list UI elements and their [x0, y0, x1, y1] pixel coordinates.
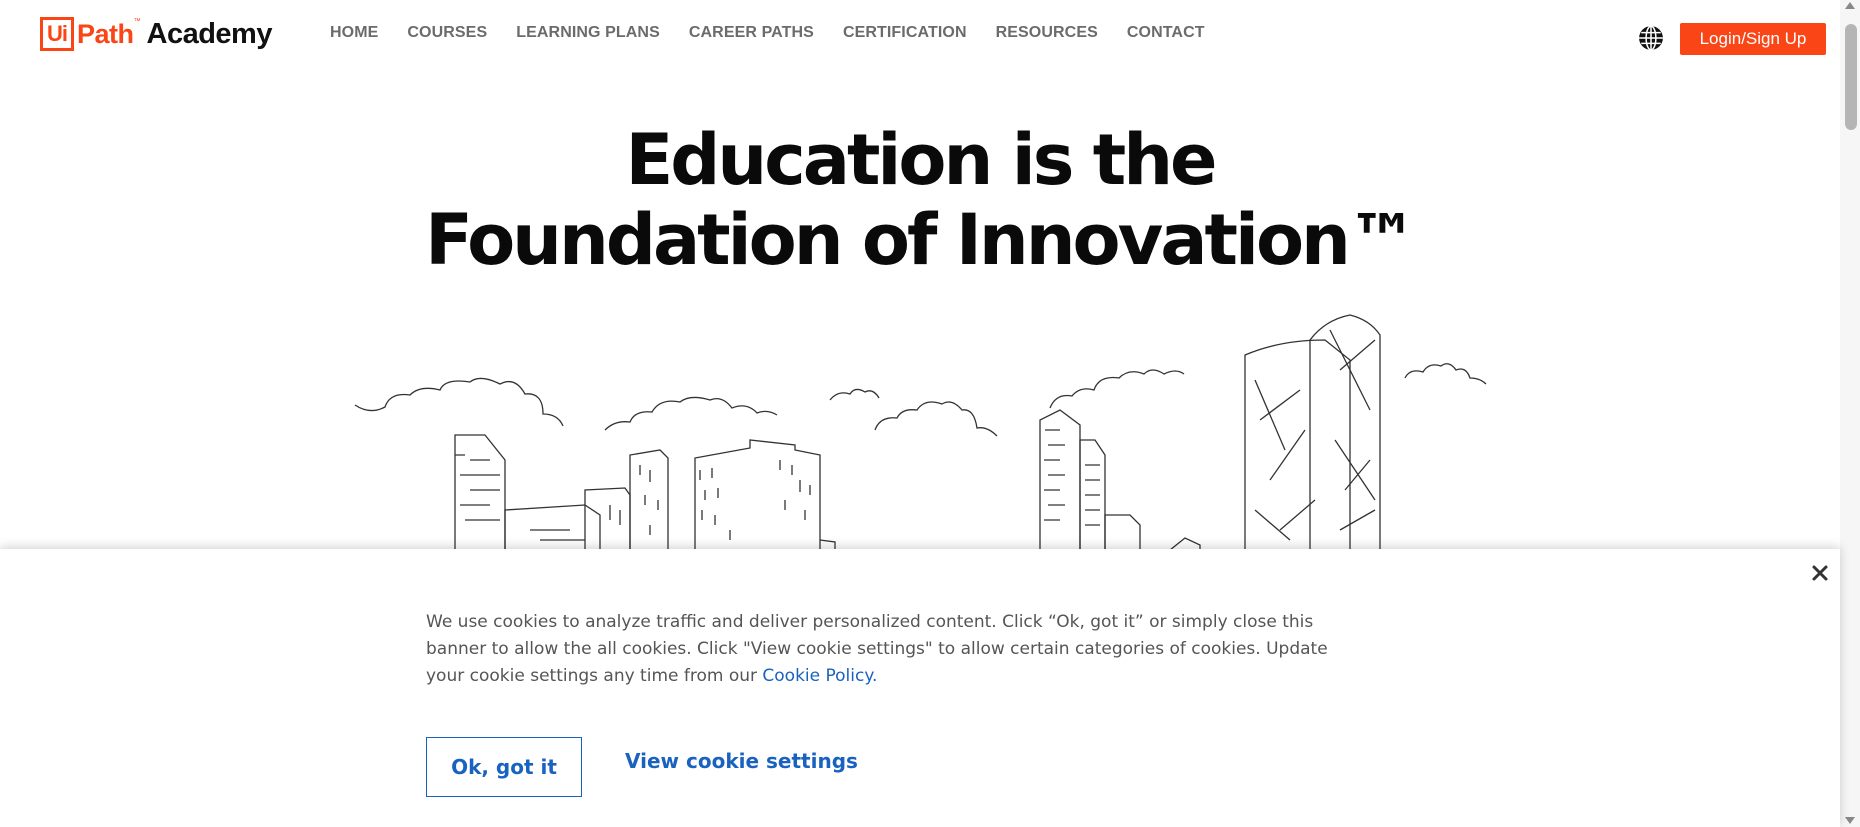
uipath-academy-logo[interactable]: Ui Path ™ Academy [40, 14, 272, 54]
nav-resources[interactable]: RESOURCES [996, 24, 1098, 42]
scroll-down-arrow-icon[interactable] [1845, 817, 1855, 824]
scroll-thumb[interactable] [1845, 24, 1857, 130]
globe-icon[interactable] [1638, 25, 1664, 51]
main-nav: HOME COURSES LEARNING PLANS CAREER PATHS… [330, 24, 1234, 42]
hero-title-line-2: Foundation of Innovation™ [425, 199, 1418, 281]
view-cookie-settings-link[interactable]: View cookie settings [625, 749, 858, 773]
scroll-up-arrow-icon[interactable] [1845, 2, 1855, 9]
logo-tm: ™ [133, 18, 141, 25]
nav-career-paths[interactable]: CAREER PATHS [689, 24, 814, 42]
cookie-banner: We use cookies to analyze traffic and de… [0, 549, 1840, 827]
city-skyline-illustration [354, 314, 1487, 550]
cookie-policy-link[interactable]: Cookie Policy [762, 666, 872, 686]
cookie-message: We use cookies to analyze traffic and de… [426, 609, 1366, 690]
nav-certification[interactable]: CERTIFICATION [843, 24, 967, 42]
logo-path-text: Path [77, 18, 134, 49]
login-signup-button[interactable]: Login/Sign Up [1680, 23, 1826, 55]
logo-ui-mark: Ui [40, 17, 74, 51]
nav-contact[interactable]: CONTACT [1127, 24, 1205, 42]
cookie-policy-period: . [872, 666, 878, 686]
logo-academy-text: Academy [146, 17, 273, 50]
nav-home[interactable]: HOME [330, 24, 378, 42]
nav-courses[interactable]: COURSES [407, 24, 487, 42]
hero-title: Education is the Foundation of Innovatio… [0, 120, 1840, 280]
page-scrollbar[interactable] [1840, 0, 1860, 827]
site-header: Ui Path ™ Academy HOME COURSES LEARNING … [0, 0, 1840, 70]
close-icon[interactable] [1810, 563, 1830, 583]
nav-learning-plans[interactable]: LEARNING PLANS [516, 24, 660, 42]
ok-got-it-button[interactable]: Ok, got it [426, 737, 582, 797]
hero-title-line-1: Education is the [625, 119, 1217, 201]
